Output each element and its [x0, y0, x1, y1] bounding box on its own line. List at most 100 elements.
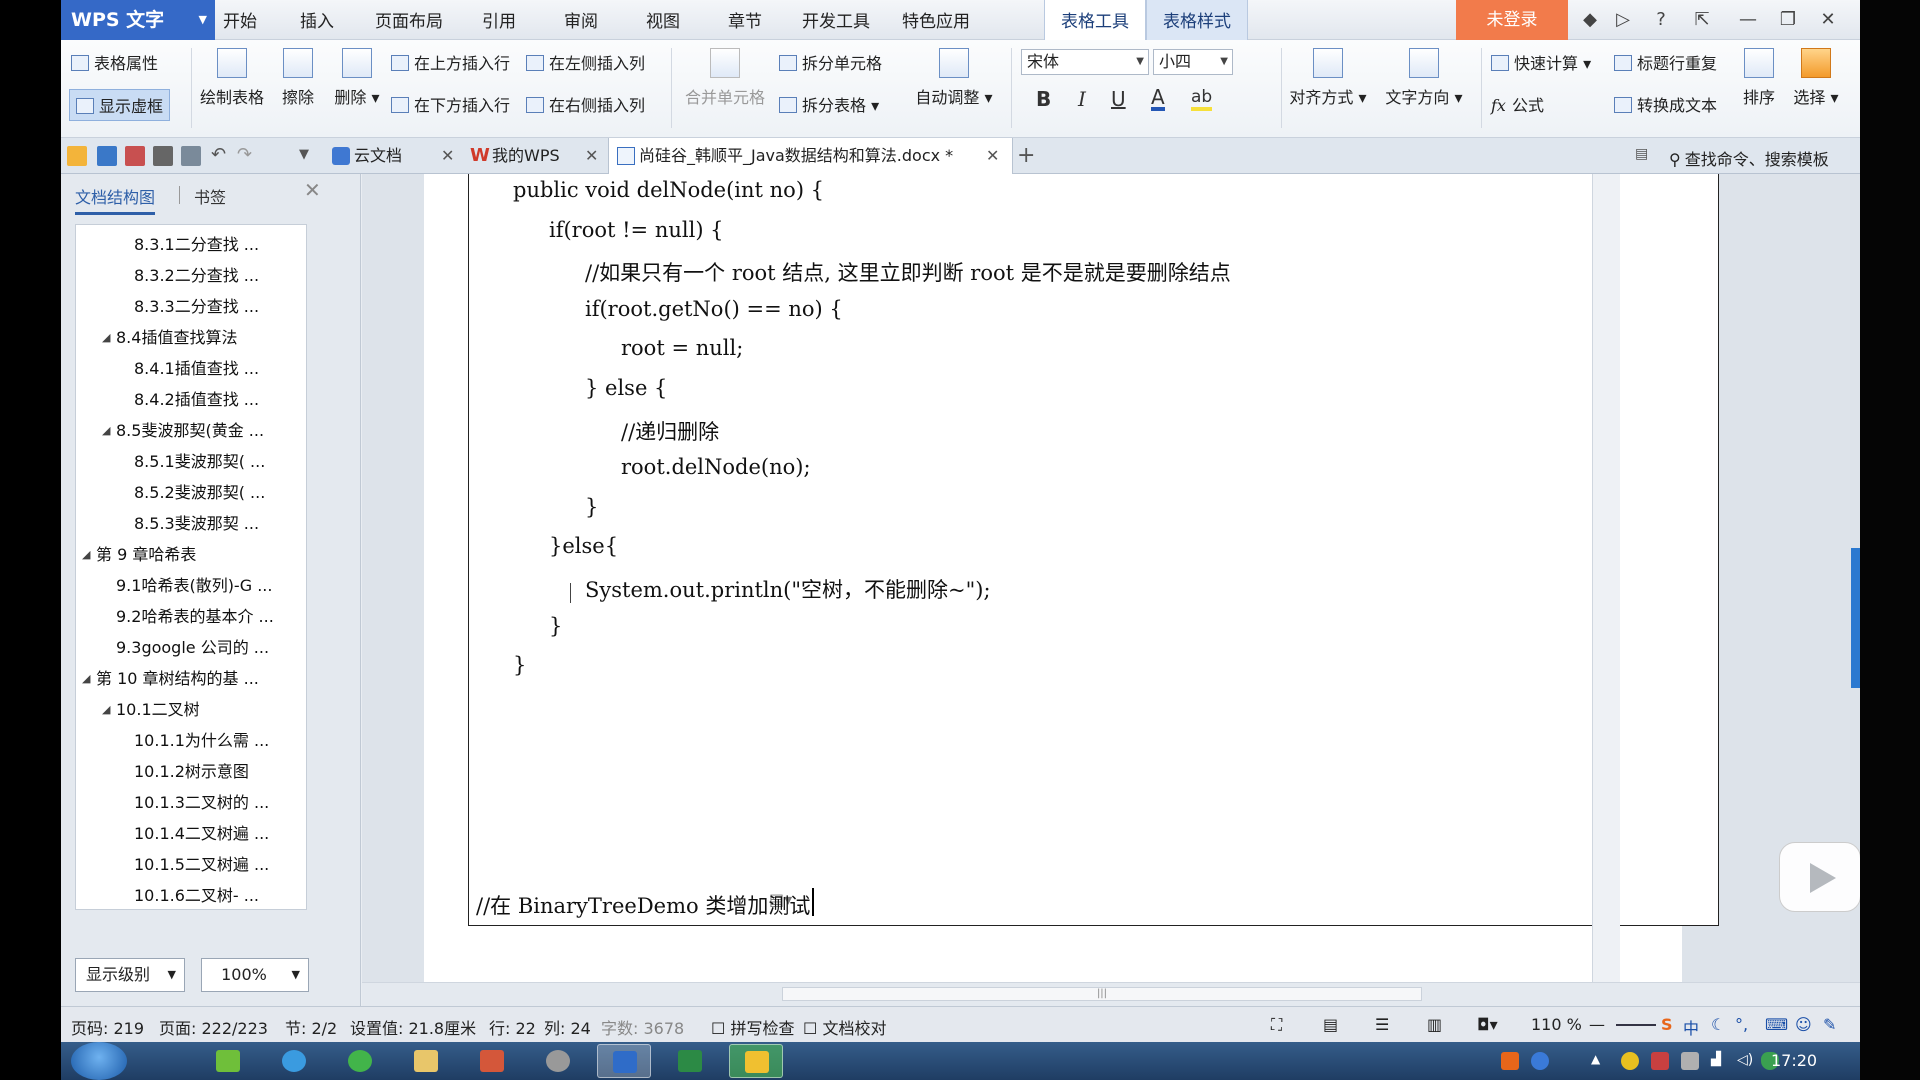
- outline-item[interactable]: ◢ 8.5斐波那契(黄金 ...: [76, 415, 296, 446]
- menu-features[interactable]: 特色应用: [891, 0, 981, 40]
- font-size-select[interactable]: 小四 ▼: [1153, 49, 1233, 75]
- font-color-button[interactable]: A: [1151, 87, 1165, 111]
- menu-page-layout[interactable]: 页面布局: [361, 0, 457, 40]
- menu-developer[interactable]: 开发工具: [791, 0, 881, 40]
- outline-item[interactable]: ◢ 第 10 章树结构的基 ...: [76, 663, 296, 694]
- fullscreen-icon[interactable]: ⛶: [1271, 1015, 1282, 1035]
- close-icon[interactable]: ✕: [441, 138, 454, 174]
- customize-dropdown-icon[interactable]: ▼: [299, 146, 319, 166]
- search-command-box[interactable]: ⚲ 查找命令、搜索模板: [1669, 146, 1829, 170]
- quick-calc-button[interactable]: 快速计算 ▾: [1491, 50, 1591, 74]
- outline-item[interactable]: ◢ 10.1二叉树: [76, 694, 296, 725]
- menu-view[interactable]: 视图: [629, 0, 697, 40]
- underline-button[interactable]: U: [1111, 87, 1126, 111]
- taskbar-app-recorder[interactable]: [729, 1044, 783, 1078]
- outline-item[interactable]: 9.1哈希表(散列)-G ...: [76, 570, 296, 601]
- code-table-cell[interactable]: public void delNode(int no) {if(root != …: [468, 174, 1719, 926]
- tray-expand-icon[interactable]: ▲: [1591, 1052, 1609, 1070]
- convert-to-text-button[interactable]: 转换成文本: [1614, 92, 1717, 116]
- outline-item[interactable]: 9.3google 公司的 ...: [76, 632, 296, 663]
- undo-icon[interactable]: ↶: [211, 146, 231, 166]
- tray-help-icon[interactable]: [1531, 1052, 1549, 1070]
- outline-level-select[interactable]: 显示级别 ▼: [75, 958, 185, 992]
- code-line[interactable]: root = null;: [621, 336, 743, 360]
- tab-bookmarks[interactable]: 书签: [194, 184, 226, 208]
- formula-button[interactable]: fx 公式: [1491, 92, 1544, 116]
- expand-triangle-icon[interactable]: ◢: [102, 415, 110, 446]
- taskbar-app-ie[interactable]: [267, 1044, 321, 1078]
- horizontal-scroll-thumb[interactable]: |||: [782, 987, 1422, 1001]
- code-line[interactable]: } else {: [585, 376, 667, 400]
- code-line[interactable]: public void delNode(int no) {: [513, 178, 824, 202]
- taskbar-app-browser2[interactable]: [333, 1044, 387, 1078]
- ime-punct-icon[interactable]: °,: [1735, 1015, 1748, 1034]
- outline-view-icon[interactable]: ☰: [1375, 1015, 1389, 1034]
- zoom-slider[interactable]: [1616, 1024, 1656, 1026]
- trailing-comment[interactable]: //在 BinaryTreeDemo 类增加测试: [476, 890, 810, 920]
- status-zoom[interactable]: 110 %: [1531, 1015, 1582, 1034]
- ime-keyboard-icon[interactable]: ⌨: [1765, 1015, 1788, 1034]
- taskbar-clock[interactable]: 17:20: [1771, 1042, 1817, 1080]
- code-line[interactable]: }: [585, 495, 598, 519]
- spell-check-toggle[interactable]: ☐ 拼写检查: [711, 1015, 794, 1039]
- side-panel-toggle[interactable]: [1851, 548, 1860, 688]
- outline-item[interactable]: ◢ 第 9 章哈希表: [76, 539, 296, 570]
- ime-moon-icon[interactable]: ☾: [1711, 1015, 1725, 1034]
- tab-document-structure[interactable]: 文档结构图: [75, 184, 156, 215]
- sort-button[interactable]: 排序: [1737, 48, 1781, 108]
- italic-button[interactable]: I: [1078, 87, 1086, 111]
- minimize-icon[interactable]: —: [1731, 0, 1765, 40]
- login-button[interactable]: 未登录: [1456, 0, 1568, 40]
- header-repeat-button[interactable]: 标题行重复: [1614, 50, 1717, 74]
- tab-table-tools[interactable]: 表格工具: [1044, 0, 1146, 40]
- close-icon[interactable]: ✕: [986, 138, 999, 174]
- insert-row-above-button[interactable]: 在上方插入行: [391, 50, 510, 74]
- code-line[interactable]: //如果只有一个 root 结点, 这里立即判断 root 是不是就是要删除结点: [585, 257, 1231, 287]
- outline-item[interactable]: ◢ 8.4插值查找算法: [76, 322, 296, 353]
- code-line[interactable]: if(root.getNo() == no) {: [585, 297, 843, 321]
- ime-logo-icon[interactable]: S: [1661, 1015, 1673, 1034]
- close-icon[interactable]: ✕: [304, 178, 321, 202]
- ime-settings-icon[interactable]: ✎: [1823, 1015, 1836, 1034]
- network-icon[interactable]: ▟: [1711, 1052, 1729, 1070]
- document-page[interactable]: public void delNode(int no) {if(root != …: [424, 174, 1719, 989]
- taskbar-app-spreadsheet[interactable]: [663, 1044, 717, 1078]
- outline-item[interactable]: 9.2哈希表的基本介 ...: [76, 601, 296, 632]
- auto-fit-button[interactable]: 自动调整 ▾: [909, 48, 999, 108]
- outline-item[interactable]: 8.5.1斐波那契( ...: [76, 446, 296, 477]
- save-icon[interactable]: [97, 146, 117, 166]
- tab-table-style[interactable]: 表格样式: [1146, 0, 1248, 40]
- outline-item[interactable]: 8.4.2插值查找 ...: [76, 384, 296, 415]
- ime-language[interactable]: 中: [1683, 1015, 1699, 1039]
- doc-proof-toggle[interactable]: ☐ 文档校对: [803, 1015, 886, 1039]
- page-view-icon[interactable]: ▤: [1323, 1015, 1338, 1034]
- code-line[interactable]: root.delNode(no);: [621, 455, 811, 479]
- taskbar-app-explorer[interactable]: [399, 1044, 453, 1078]
- print-preview-icon[interactable]: [181, 146, 201, 166]
- close-icon[interactable]: ✕: [1811, 0, 1845, 40]
- share-icon[interactable]: ▷: [1606, 0, 1640, 40]
- taskbar-app-1[interactable]: [201, 1044, 255, 1078]
- app-logo-button[interactable]: WPS 文字 ▼: [61, 0, 215, 40]
- outline-item[interactable]: 10.1.2树示意图: [76, 756, 296, 787]
- expand-triangle-icon[interactable]: ◢: [102, 322, 110, 353]
- align-button[interactable]: 对齐方式 ▾: [1283, 48, 1373, 108]
- ribbon-toggle-icon[interactable]: ⇱: [1685, 0, 1719, 40]
- outline-item[interactable]: 8.4.1插值查找 ...: [76, 353, 296, 384]
- outline-item[interactable]: 10.1.4二叉树遍 ...: [76, 818, 296, 849]
- zoom-out-icon[interactable]: —: [1589, 1015, 1605, 1034]
- split-cells-button[interactable]: 拆分单元格: [779, 50, 882, 74]
- font-name-select[interactable]: 宋体 ▼: [1021, 49, 1149, 75]
- taskbar-app-settings[interactable]: [531, 1044, 585, 1078]
- export-pdf-icon[interactable]: [125, 146, 145, 166]
- expand-triangle-icon[interactable]: ◢: [82, 663, 90, 694]
- help-icon[interactable]: ?: [1644, 0, 1678, 40]
- menu-review[interactable]: 审阅: [547, 0, 615, 40]
- expand-triangle-icon[interactable]: ◢: [82, 539, 90, 570]
- outline-item[interactable]: 8.3.2二分查找 ...: [76, 260, 296, 291]
- taskbar-app-ppt[interactable]: [465, 1044, 519, 1078]
- merge-cells-button[interactable]: 合并单元格: [679, 48, 771, 108]
- new-tab-icon[interactable]: +: [1017, 138, 1035, 174]
- outline-item[interactable]: 10.1.3二叉树的 ...: [76, 787, 296, 818]
- table-properties-button[interactable]: 表格属性: [71, 50, 158, 74]
